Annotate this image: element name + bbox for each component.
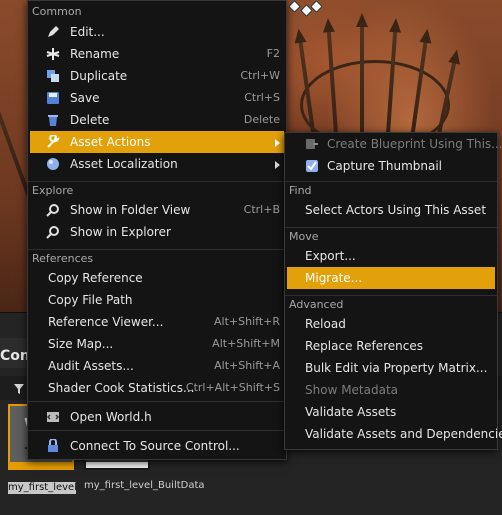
wrench-icon bbox=[47, 135, 60, 148]
menu-item-select-actors[interactable]: Select Actors Using This Asset bbox=[287, 199, 495, 221]
menu-item-label: Show Metadata bbox=[305, 383, 399, 397]
menu-item-label: Export... bbox=[305, 249, 356, 263]
section-header-move: Move bbox=[285, 227, 497, 245]
menu-item-validate-assets-dependencies[interactable]: Validate Assets and Dependencies bbox=[287, 423, 502, 445]
shortcut-label: F2 bbox=[266, 47, 280, 60]
source-control-icon bbox=[48, 439, 58, 452]
menu-item-label: Validate Assets and Dependencies bbox=[305, 427, 502, 441]
menu-item-label: Replace References bbox=[305, 339, 423, 353]
menu-item-delete[interactable]: Delete Delete bbox=[30, 109, 284, 131]
menu-item-copy-file-path[interactable]: Copy File Path bbox=[30, 289, 284, 311]
section-header-references: References bbox=[28, 249, 286, 267]
menu-item-size-map[interactable]: Size Map... Alt+Shift+M bbox=[30, 333, 284, 355]
section-header-find: Find bbox=[285, 181, 497, 199]
menu-item-label: Shader Cook Statistics... bbox=[48, 381, 195, 395]
menu-item-label: Bulk Edit via Property Matrix... bbox=[305, 361, 488, 375]
menu-item-edit[interactable]: Edit... bbox=[30, 21, 284, 43]
asset-type-bar bbox=[10, 462, 72, 468]
edit-icon bbox=[48, 26, 59, 37]
menu-item-asset-actions[interactable]: Asset Actions bbox=[30, 131, 284, 153]
menu-item-replace-references[interactable]: Replace References bbox=[287, 335, 495, 357]
asset-name: my_first_level bbox=[8, 482, 77, 494]
menu-item-reference-viewer[interactable]: Reference Viewer... Alt+Shift+R bbox=[30, 311, 284, 333]
asset-name: my_first_level_BuiltData bbox=[84, 480, 205, 491]
menu-item-label: Connect To Source Control... bbox=[70, 439, 240, 453]
shortcut-label: Ctrl+Alt+Shift+S bbox=[185, 381, 280, 394]
menu-item-copy-reference[interactable]: Copy Reference bbox=[30, 267, 284, 289]
shortcut-label: Ctrl+W bbox=[240, 69, 280, 82]
menu-item-label: Edit... bbox=[70, 25, 105, 39]
magnifier-icon bbox=[46, 226, 59, 239]
menu-item-label: Save bbox=[70, 91, 100, 105]
blueprint-icon bbox=[306, 139, 318, 149]
menu-item-export[interactable]: Export... bbox=[287, 245, 495, 267]
menu-item-show-in-explorer[interactable]: Show in Explorer bbox=[30, 221, 284, 243]
menu-item-create-blueprint[interactable]: Create Blueprint Using This... bbox=[287, 133, 502, 155]
menu-item-shader-cook-statistics[interactable]: Shader Cook Statistics... Ctrl+Alt+Shift… bbox=[30, 377, 284, 399]
code-file-icon bbox=[46, 412, 60, 422]
section-header-explore: Explore bbox=[28, 181, 286, 199]
menu-item-show-in-folder-view[interactable]: Show in Folder View Ctrl+B bbox=[30, 199, 284, 221]
content-browser-tab[interactable]: Conte bbox=[0, 338, 46, 368]
menu-item-label: Open World.h bbox=[70, 410, 152, 424]
menu-item-label: Select Actors Using This Asset bbox=[305, 203, 487, 217]
menu-item-rename[interactable]: Rename F2 bbox=[30, 43, 284, 65]
menu-item-connect-source-control[interactable]: Connect To Source Control... bbox=[30, 435, 284, 457]
menu-item-label: Rename bbox=[70, 47, 120, 61]
menu-item-label: Capture Thumbnail bbox=[327, 159, 443, 173]
shortcut-label: Ctrl+B bbox=[243, 203, 280, 216]
menu-item-label: Copy Reference bbox=[48, 271, 143, 285]
menu-item-label: Show in Explorer bbox=[70, 225, 171, 239]
shortcut-label: Delete bbox=[243, 113, 280, 126]
menu-item-label: Reload bbox=[305, 317, 346, 331]
menu-item-duplicate[interactable]: Duplicate Ctrl+W bbox=[30, 65, 284, 87]
menu-item-label: Delete bbox=[70, 113, 110, 127]
rename-icon bbox=[46, 48, 60, 60]
shortcut-label: Alt+Shift+A bbox=[214, 359, 280, 372]
asset-type-bar bbox=[86, 462, 148, 468]
menu-divider bbox=[28, 401, 286, 405]
menu-item-asset-localization[interactable]: Asset Localization bbox=[30, 153, 284, 175]
section-header-advanced: Advanced bbox=[285, 295, 497, 313]
menu-item-reload[interactable]: Reload bbox=[287, 313, 495, 335]
menu-item-label: Asset Localization bbox=[70, 157, 178, 171]
delete-icon bbox=[48, 115, 58, 126]
asset-context-menu: Common Edit... Rename F2 Duplicate Ctrl+… bbox=[27, 0, 287, 460]
submenu-arrow-icon bbox=[275, 139, 280, 147]
shortcut-label: Ctrl+S bbox=[244, 91, 280, 104]
menu-item-capture-thumbnail[interactable]: Capture Thumbnail bbox=[287, 155, 495, 177]
filter-icon[interactable] bbox=[14, 384, 24, 394]
menu-item-save[interactable]: Save Ctrl+S bbox=[30, 87, 284, 109]
magnifier-icon bbox=[46, 204, 59, 217]
shortcut-label: Alt+Shift+R bbox=[214, 315, 280, 328]
menu-item-label: Size Map... bbox=[48, 337, 114, 351]
menu-item-audit-assets[interactable]: Audit Assets... Alt+Shift+A bbox=[30, 355, 284, 377]
section-header-common: Common bbox=[32, 5, 82, 18]
duplicate-icon bbox=[47, 70, 59, 82]
menu-item-label: Asset Actions bbox=[70, 135, 151, 149]
menu-item-label: Copy File Path bbox=[48, 293, 133, 307]
shortcut-label: Alt+Shift+M bbox=[212, 337, 280, 350]
menu-item-label: Reference Viewer... bbox=[48, 315, 164, 329]
globe-icon bbox=[47, 158, 59, 170]
asset-actions-submenu: Create Blueprint Using This... Capture T… bbox=[284, 132, 502, 450]
submenu-arrow-icon bbox=[275, 161, 280, 169]
menu-item-label: Duplicate bbox=[70, 69, 128, 83]
menu-item-label: Create Blueprint Using This... bbox=[327, 137, 502, 151]
menu-item-show-metadata[interactable]: Show Metadata bbox=[287, 379, 495, 401]
menu-item-label: Migrate... bbox=[305, 271, 363, 285]
checkbox-icon bbox=[306, 160, 318, 172]
menu-item-label: Validate Assets bbox=[305, 405, 397, 419]
menu-divider bbox=[28, 430, 286, 434]
menu-item-migrate[interactable]: Migrate... bbox=[287, 267, 495, 289]
menu-item-label: Audit Assets... bbox=[48, 359, 134, 373]
menu-item-label: Show in Folder View bbox=[70, 203, 191, 217]
menu-item-validate-assets[interactable]: Validate Assets bbox=[287, 401, 495, 423]
transform-gizmo-icon[interactable] bbox=[288, 0, 324, 18]
save-icon bbox=[47, 92, 59, 104]
menu-item-open-world-h[interactable]: Open World.h bbox=[30, 406, 284, 428]
menu-item-bulk-edit[interactable]: Bulk Edit via Property Matrix... bbox=[287, 357, 495, 379]
